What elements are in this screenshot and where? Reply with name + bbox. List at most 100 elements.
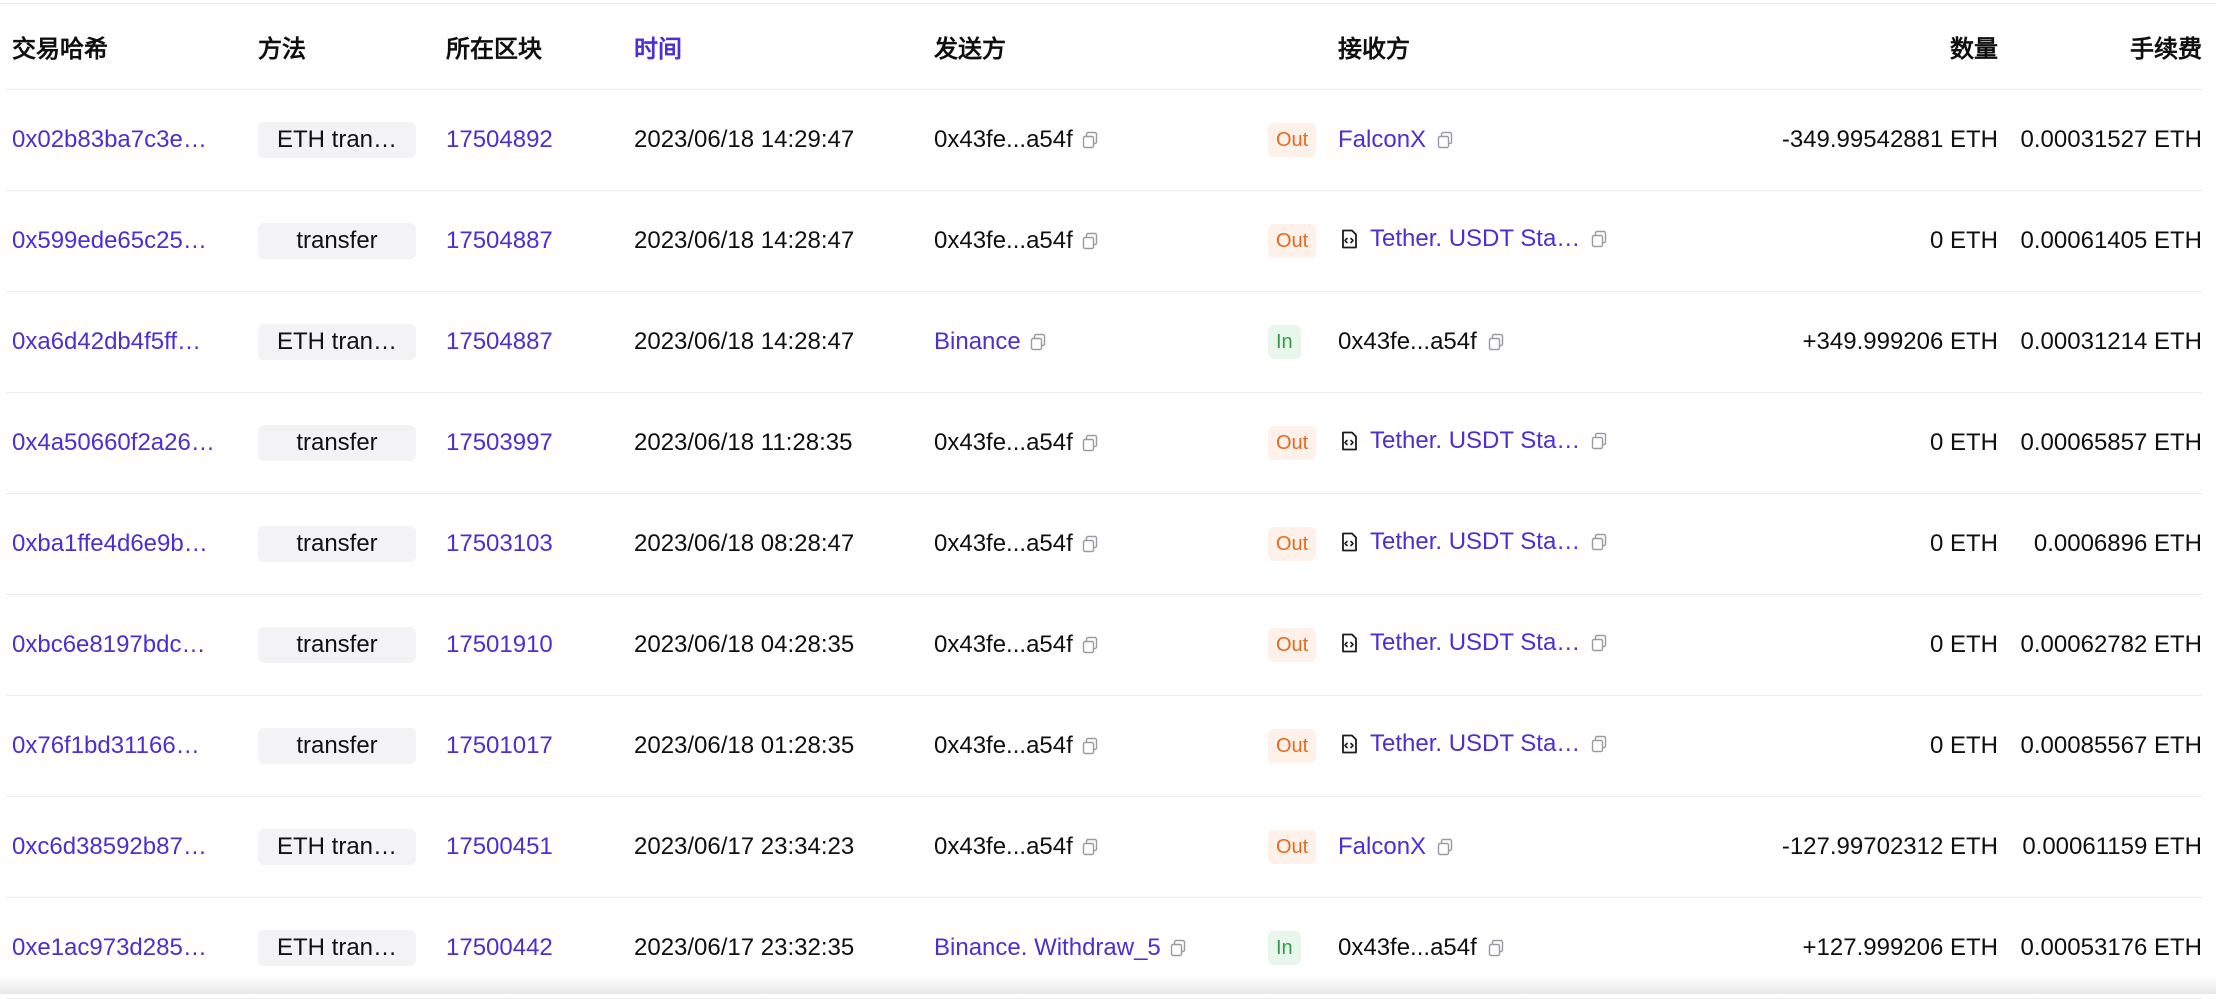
cell-time: 2023/06/18 14:28:47 [634,227,934,255]
to-address[interactable]: FalconX [1338,126,1426,154]
copy-icon[interactable] [1169,939,1187,957]
block-link[interactable]: 17503103 [446,530,553,557]
block-link[interactable]: 17500451 [446,833,553,860]
cell-time: 2023/06/17 23:34:23 [634,833,934,861]
block-link[interactable]: 17501910 [446,631,553,658]
to-address[interactable]: Tether. USDT Sta… [1370,427,1580,455]
tx-hash-link[interactable]: 0x4a50660f2a26… [12,429,215,457]
to-address[interactable]: FalconX [1338,833,1426,861]
method-label: transfer [296,732,378,759]
from-address[interactable]: 0x43fe...a54f [934,429,1073,457]
copy-icon[interactable] [1590,432,1608,450]
method-badge: transfer [258,526,416,562]
copy-icon[interactable] [1487,333,1505,351]
block-link[interactable]: 17504887 [446,227,553,254]
cell-to: FalconX [1338,833,1698,861]
copy-icon[interactable] [1436,131,1454,149]
cell-direction: Out [1268,426,1338,460]
cell-hash: 0xa6d42db4f5ff… [6,328,258,357]
cell-to: 0x43fe...a54f [1338,328,1698,356]
direction-badge: Out [1268,527,1317,561]
method-label: ETH tran… [276,934,398,961]
from-address[interactable]: 0x43fe...a54f [934,732,1073,760]
copy-icon[interactable] [1590,735,1608,753]
tx-hash-link[interactable]: 0x76f1bd31166… [12,732,200,760]
to-address[interactable]: Tether. USDT Sta… [1370,730,1580,758]
copy-icon[interactable] [1081,636,1099,654]
table-row: 0xbc6e8197bdc… transfer 17501910 2023/06/18… [6,595,2202,696]
method-badge: transfer [258,425,416,461]
copy-icon[interactable] [1081,737,1099,755]
from-address[interactable]: 0x43fe...a54f [934,833,1073,861]
cell-method: ETH tran… [258,324,446,360]
copy-icon[interactable] [1590,230,1608,248]
block-link[interactable]: 17500442 [446,934,553,961]
header-time[interactable]: 时间 [634,29,934,64]
cell-time: 2023/06/18 04:28:35 [634,631,934,659]
cell-direction: Out [1268,729,1338,763]
direction-badge: In [1268,931,1301,965]
from-address[interactable]: Binance [934,328,1021,356]
amount-value: 0 ETH [1929,530,1998,557]
from-address[interactable]: Binance. Withdraw_5 [934,934,1161,962]
method-label: ETH tran… [276,328,398,355]
cell-amount: 0 ETH [1698,429,1998,457]
tx-hash-link[interactable]: 0x599ede65c25… [12,227,207,255]
copy-icon[interactable] [1436,838,1454,856]
to-address[interactable]: Tether. USDT Sta… [1370,629,1580,657]
amount-value: 0 ETH [1929,631,1998,658]
cell-method: ETH tran… [258,930,446,966]
table-body: 0x02b83ba7c3e… ETH tran… 17504892 2023/06/1… [6,90,2202,999]
cell-from: 0x43fe...a54f [934,833,1268,861]
copy-icon[interactable] [1081,434,1099,452]
block-link[interactable]: 17501017 [446,732,553,759]
copy-icon[interactable] [1081,838,1099,856]
to-address[interactable]: 0x43fe...a54f [1338,934,1477,962]
cell-block: 17503997 [446,429,634,457]
table-row: 0x4a50660f2a26… transfer 17503997 2023/06/1… [6,393,2202,494]
block-link[interactable]: 17504887 [446,328,553,355]
cell-block: 17501910 [446,631,634,659]
timestamp: 2023/06/18 01:28:35 [634,732,855,759]
copy-icon[interactable] [1081,131,1099,149]
fee-value: 0.00053176 ETH [2020,934,2202,961]
to-address[interactable]: 0x43fe...a54f [1338,328,1477,356]
copy-icon[interactable] [1081,535,1099,553]
timestamp: 2023/06/17 23:34:23 [634,833,855,860]
cell-hash: 0xba1ffe4d6e9b… [6,530,258,559]
cell-to: 0x43fe...a54f [1338,934,1698,962]
block-link[interactable]: 17503997 [446,429,553,456]
fee-value: 0.00062782 ETH [2020,631,2202,658]
cell-amount: 0 ETH [1698,631,1998,659]
tx-hash-link[interactable]: 0xbc6e8197bdc… [12,631,205,659]
to-address[interactable]: Tether. USDT Sta… [1370,528,1580,556]
table-row: 0x02b83ba7c3e… ETH tran… 17504892 2023/06/1… [6,90,2202,191]
copy-icon[interactable] [1590,533,1608,551]
contract-icon [1342,633,1357,653]
to-address[interactable]: Tether. USDT Sta… [1370,225,1580,253]
block-link[interactable]: 17504892 [446,126,553,153]
cell-block: 17503103 [446,530,634,558]
copy-icon[interactable] [1029,333,1047,351]
cell-amount: +349.999206 ETH [1698,328,1998,356]
from-address[interactable]: 0x43fe...a54f [934,126,1073,154]
copy-icon[interactable] [1487,939,1505,957]
method-badge: ETH tran… [258,829,416,865]
tx-hash-link[interactable]: 0xa6d42db4f5ff… [12,328,201,356]
tx-hash-link[interactable]: 0x02b83ba7c3e… [12,126,207,154]
tx-hash-link[interactable]: 0xc6d38592b87… [12,833,207,861]
timestamp: 2023/06/18 11:28:35 [634,429,853,456]
copy-icon[interactable] [1081,232,1099,250]
cell-amount: 0 ETH [1698,227,1998,255]
cell-from: 0x43fe...a54f [934,126,1268,154]
from-address[interactable]: 0x43fe...a54f [934,530,1073,558]
method-label: transfer [296,631,378,658]
from-address[interactable]: 0x43fe...a54f [934,227,1073,255]
from-address[interactable]: 0x43fe...a54f [934,631,1073,659]
tx-hash-link[interactable]: 0xba1ffe4d6e9b… [12,530,208,558]
tx-hash-link[interactable]: 0xe1ac973d285… [12,934,207,962]
amount-value: +349.999206 ETH [1802,328,1998,355]
cell-block: 17500442 [446,934,634,962]
copy-icon[interactable] [1590,634,1608,652]
timestamp: 2023/06/18 14:28:47 [634,227,855,254]
